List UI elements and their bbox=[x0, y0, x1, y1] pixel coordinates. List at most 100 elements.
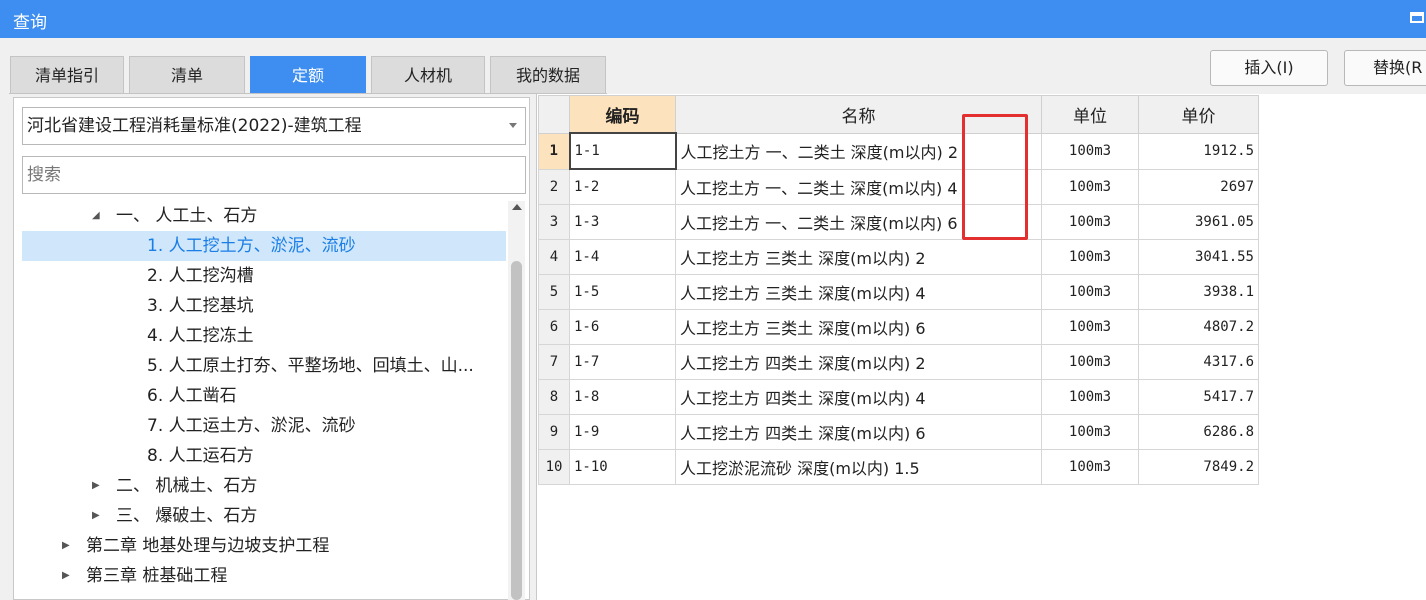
expanded-triangle-icon[interactable]: ◢ bbox=[92, 201, 100, 231]
table-row[interactable]: 5 1-5 人工挖土方 三类土 深度(m以内) 4 100m3 3938.1 bbox=[538, 274, 1259, 310]
column-header-code[interactable]: 编码 bbox=[569, 95, 676, 134]
scrollbar-thumb[interactable] bbox=[511, 261, 522, 600]
window-title: 查询 bbox=[13, 13, 47, 33]
table-row[interactable]: 1 1-1 人工挖土方 一、二类土 深度(m以内) 2 100m3 1912.5 bbox=[538, 132, 1259, 170]
tree-scrollbar[interactable] bbox=[508, 201, 525, 600]
replace-button[interactable]: 替换(R bbox=[1344, 50, 1426, 86]
table-row[interactable]: 2 1-2 人工挖土方 一、二类土 深度(m以内) 4 100m3 2697 bbox=[538, 168, 1259, 205]
column-header-unit[interactable]: 单位 bbox=[1041, 95, 1139, 134]
row-number: 8 bbox=[538, 379, 570, 415]
tab-bill-guide[interactable]: 清单指引 bbox=[10, 56, 124, 94]
chevron-down-icon[interactable] bbox=[509, 123, 517, 128]
row-number: 6 bbox=[538, 309, 570, 345]
unit-cell[interactable]: 100m3 bbox=[1041, 309, 1139, 345]
chapter-tree: ◢ 一、 人工土、石方 1. 人工挖土方、淤泥、流砂 2. 人工挖沟槽 3. 人… bbox=[22, 201, 506, 600]
price-cell[interactable]: 3041.55 bbox=[1138, 239, 1259, 275]
price-cell[interactable]: 6286.8 bbox=[1138, 414, 1259, 450]
unit-cell[interactable]: 100m3 bbox=[1041, 414, 1139, 450]
name-cell[interactable]: 人工挖土方 三类土 深度(m以内) 4 bbox=[675, 274, 1042, 310]
code-cell[interactable]: 1-1 bbox=[568, 132, 677, 170]
name-cell[interactable]: 人工挖土方 三类土 深度(m以内) 6 bbox=[675, 309, 1042, 345]
unit-cell[interactable]: 100m3 bbox=[1041, 168, 1139, 205]
unit-cell[interactable]: 100m3 bbox=[1041, 274, 1139, 310]
price-cell[interactable]: 4317.6 bbox=[1138, 344, 1259, 380]
code-cell[interactable]: 1-9 bbox=[569, 414, 676, 450]
tree-node[interactable]: ◢ 一、 人工土、石方 bbox=[22, 201, 506, 231]
tree-node[interactable]: 3. 人工挖基坑 bbox=[22, 291, 506, 321]
tree-node[interactable]: 2. 人工挖沟槽 bbox=[22, 261, 506, 291]
table-row[interactable]: 4 1-4 人工挖土方 三类土 深度(m以内) 2 100m3 3041.55 bbox=[538, 239, 1259, 275]
tree-node[interactable]: 6. 人工凿石 bbox=[22, 381, 506, 411]
collapsed-triangle-icon[interactable]: ▶ bbox=[62, 531, 70, 561]
code-cell[interactable]: 1-7 bbox=[569, 344, 676, 380]
row-number: 4 bbox=[538, 239, 570, 275]
name-cell[interactable]: 人工挖淤泥流砂 深度(m以内) 1.5 bbox=[675, 449, 1042, 485]
unit-cell[interactable]: 100m3 bbox=[1041, 204, 1139, 240]
tab-labor-material-machine[interactable]: 人材机 bbox=[371, 56, 485, 94]
tab-my-data[interactable]: 我的数据 bbox=[490, 56, 606, 94]
price-cell[interactable]: 7849.2 bbox=[1138, 449, 1259, 485]
collapsed-triangle-icon[interactable]: ▶ bbox=[92, 501, 100, 531]
name-cell[interactable]: 人工挖土方 四类土 深度(m以内) 6 bbox=[675, 414, 1042, 450]
row-number: 9 bbox=[538, 414, 570, 450]
quota-table: 编码 名称 单位 单价 1 1-1 人工挖土方 一、二类土 深度(m以内) 2 … bbox=[538, 95, 1259, 485]
price-cell[interactable]: 2697 bbox=[1138, 168, 1259, 205]
collapsed-triangle-icon[interactable]: ▶ bbox=[62, 561, 70, 591]
unit-cell[interactable]: 100m3 bbox=[1041, 239, 1139, 275]
price-cell[interactable]: 3961.05 bbox=[1138, 204, 1259, 240]
tree-node[interactable]: ▶ 第三章 桩基础工程 bbox=[22, 561, 506, 591]
price-cell[interactable]: 5417.7 bbox=[1138, 379, 1259, 415]
table-header-row: 编码 名称 单位 单价 bbox=[538, 95, 1259, 134]
price-cell[interactable]: 4807.2 bbox=[1138, 309, 1259, 345]
code-cell[interactable]: 1-10 bbox=[569, 449, 676, 485]
tree-node[interactable]: ▶ 三、 爆破土、石方 bbox=[22, 501, 506, 531]
code-cell[interactable]: 1-6 bbox=[569, 309, 676, 345]
row-number: 5 bbox=[538, 274, 570, 310]
title-bar: 查询 bbox=[0, 0, 1426, 38]
table-row[interactable]: 7 1-7 人工挖土方 四类土 深度(m以内) 2 100m3 4317.6 bbox=[538, 344, 1259, 380]
price-cell[interactable]: 3938.1 bbox=[1138, 274, 1259, 310]
tree-node[interactable]: ▶ 第二章 地基处理与边坡支护工程 bbox=[22, 531, 506, 561]
tree-node-selected[interactable]: 1. 人工挖土方、淤泥、流砂 bbox=[22, 231, 506, 261]
insert-button[interactable]: 插入(I) bbox=[1210, 50, 1328, 86]
row-number: 10 bbox=[538, 449, 570, 485]
table-row[interactable]: 9 1-9 人工挖土方 四类土 深度(m以内) 6 100m3 6286.8 bbox=[538, 414, 1259, 450]
library-select[interactable]: 河北省建设工程消耗量标准(2022)-建筑工程 bbox=[22, 107, 526, 145]
row-number: 2 bbox=[538, 168, 570, 205]
tree-node[interactable]: 4. 人工挖冻土 bbox=[22, 321, 506, 351]
price-cell[interactable]: 1912.5 bbox=[1138, 132, 1259, 170]
code-cell[interactable]: 1-8 bbox=[569, 379, 676, 415]
collapsed-triangle-icon[interactable]: ▶ bbox=[92, 471, 100, 501]
name-cell[interactable]: 人工挖土方 四类土 深度(m以内) 4 bbox=[675, 379, 1042, 415]
tab-divider bbox=[9, 93, 607, 94]
row-number: 1 bbox=[538, 132, 570, 170]
name-cell[interactable]: 人工挖土方 四类土 深度(m以内) 2 bbox=[675, 344, 1042, 380]
tree-node[interactable]: 5. 人工原土打夯、平整场地、回填土、山... bbox=[22, 351, 506, 381]
code-cell[interactable]: 1-2 bbox=[569, 168, 676, 205]
tree-node[interactable]: 7. 人工运土方、淤泥、流砂 bbox=[22, 411, 506, 441]
search-input[interactable] bbox=[22, 156, 526, 194]
unit-cell[interactable]: 100m3 bbox=[1041, 344, 1139, 380]
annotation-highlight-box bbox=[962, 114, 1028, 240]
library-select-value: 河北省建设工程消耗量标准(2022)-建筑工程 bbox=[27, 116, 362, 136]
scroll-up-arrow-icon[interactable] bbox=[512, 204, 522, 210]
unit-cell[interactable]: 100m3 bbox=[1041, 132, 1139, 170]
row-number: 7 bbox=[538, 344, 570, 380]
unit-cell[interactable]: 100m3 bbox=[1041, 379, 1139, 415]
corner-cell bbox=[538, 95, 570, 134]
table-row[interactable]: 10 1-10 人工挖淤泥流砂 深度(m以内) 1.5 100m3 7849.2 bbox=[538, 449, 1259, 485]
unit-cell[interactable]: 100m3 bbox=[1041, 449, 1139, 485]
table-row[interactable]: 6 1-6 人工挖土方 三类土 深度(m以内) 6 100m3 4807.2 bbox=[538, 309, 1259, 345]
code-cell[interactable]: 1-4 bbox=[569, 239, 676, 275]
code-cell[interactable]: 1-3 bbox=[569, 204, 676, 240]
tree-node[interactable]: ▶ 二、 机械土、石方 bbox=[22, 471, 506, 501]
name-cell[interactable]: 人工挖土方 三类土 深度(m以内) 2 bbox=[675, 239, 1042, 275]
restore-window-icon[interactable] bbox=[1410, 12, 1424, 23]
table-row[interactable]: 3 1-3 人工挖土方 一、二类土 深度(m以内) 6 100m3 3961.0… bbox=[538, 204, 1259, 240]
table-row[interactable]: 8 1-8 人工挖土方 四类土 深度(m以内) 4 100m3 5417.7 bbox=[538, 379, 1259, 415]
tree-node[interactable]: 8. 人工运石方 bbox=[22, 441, 506, 471]
tab-bill[interactable]: 清单 bbox=[129, 56, 245, 94]
tab-quota[interactable]: 定额 bbox=[250, 56, 366, 94]
code-cell[interactable]: 1-5 bbox=[569, 274, 676, 310]
column-header-price[interactable]: 单价 bbox=[1138, 95, 1259, 134]
